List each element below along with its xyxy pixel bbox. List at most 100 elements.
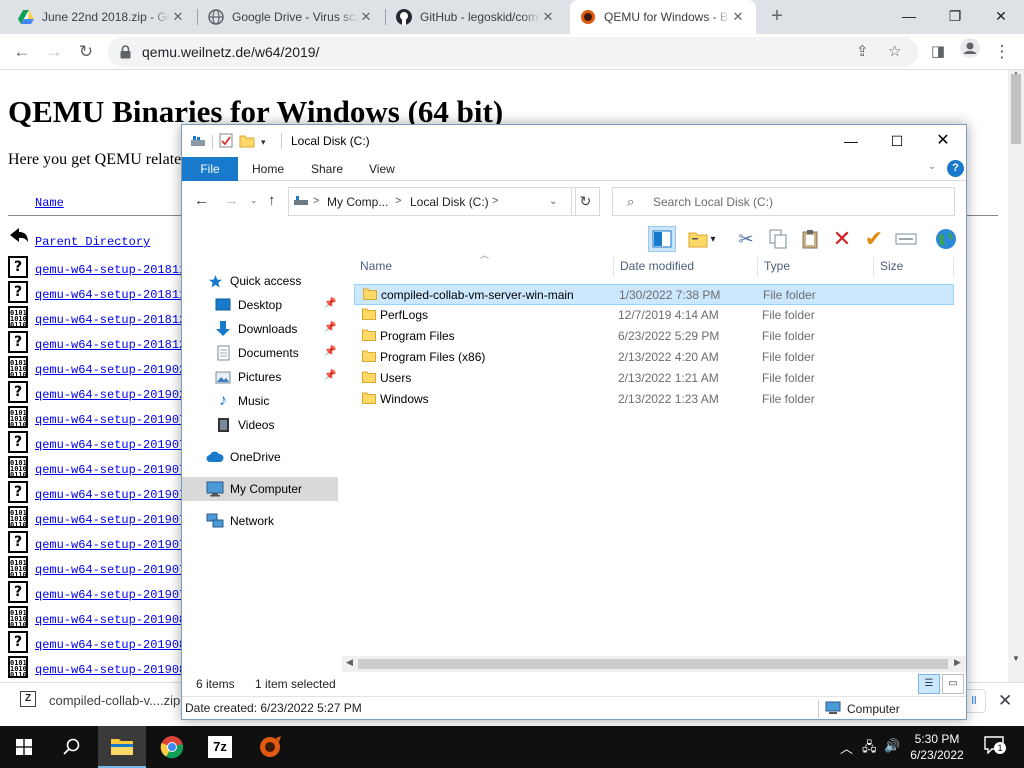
large-icons-view-icon[interactable]: ▭ [942,674,964,694]
close-window-icon[interactable]: ✕ [978,0,1024,34]
file-link[interactable]: qemu-w64-setup-201907 [35,488,186,502]
url-text[interactable]: qemu.weilnetz.de/w64/2019/ [142,44,319,60]
back-icon[interactable]: ← [8,38,36,66]
nav-music[interactable]: ♪ Music [182,389,338,413]
pin-icon[interactable]: 📌 [324,298,336,309]
folder-row[interactable]: Users 2/13/2022 1:21 AM File folder [354,368,954,389]
folder-name[interactable]: PerfLogs [380,308,428,322]
scroll-down-icon[interactable]: ▼ [1012,654,1020,663]
breadcrumb-local-disk[interactable]: Local Disk (C:) [410,195,489,209]
file-link[interactable]: qemu-w64-setup-201907 [35,413,186,427]
chrome-taskbar-icon[interactable] [148,726,196,768]
copy-icon[interactable] [764,226,792,252]
folder-row[interactable]: Windows 2/13/2022 1:23 AM File folder [354,389,954,410]
up-folder-icon[interactable]: ↑ [268,192,276,209]
tab-view[interactable]: View [355,157,409,181]
drive-icon[interactable] [190,134,206,151]
file-link[interactable]: qemu-w64-setup-201812 [35,338,186,352]
download-item[interactable]: compiled-collab-v....zip [49,693,180,708]
column-header-name[interactable]: Name [354,257,614,277]
browser-tab-qemu[interactable]: QEMU for Windows - Binaries ✕ [570,0,756,34]
file-link[interactable]: qemu-w64-setup-201907 [35,563,186,577]
lock-icon[interactable] [120,45,131,62]
tab-file[interactable]: File [182,157,238,181]
search-placeholder[interactable]: Search Local Disk (C:) [653,195,773,209]
tab-share[interactable]: Share [297,157,357,181]
cut-icon[interactable]: ✂ [732,226,760,252]
file-link[interactable]: qemu-w64-setup-201811 [35,288,186,302]
horizontal-scroll-thumb[interactable] [358,659,948,669]
file-link[interactable]: qemu-w64-setup-201908 [35,663,186,677]
show-hidden-icons-icon[interactable]: ︿ [840,738,853,757]
folder-row[interactable]: PerfLogs 12/7/2019 4:14 AM File folder [354,305,954,326]
paste-icon[interactable] [796,226,824,252]
nav-desktop[interactable]: Desktop 📌 [182,293,338,317]
side-panel-icon[interactable]: ◨ [924,38,952,66]
new-folder-icon[interactable] [239,134,255,151]
address-bar[interactable]: qemu.weilnetz.de/w64/2019/ ⇪ ☆ [108,37,918,67]
name-column-link[interactable]: Name [35,196,64,210]
browser-tab-google-drive-zip[interactable]: June 22nd 2018.zip - Google Drive ✕ [8,0,196,34]
pin-icon[interactable]: 📌 [324,346,336,357]
preview-pane-icon[interactable] [648,226,676,252]
file-link[interactable]: qemu-w64-setup-201902 [35,388,186,402]
folder-row[interactable]: Program Files 6/23/2022 5:29 PM File folde… [354,326,954,347]
breadcrumb-my-computer[interactable]: My Comp... [327,195,388,209]
nav-network[interactable]: Network [182,509,338,533]
folder-row[interactable]: Program Files (x86) 2/13/2022 4:20 AM File… [354,347,954,368]
breadcrumb-separator-icon[interactable]: > [395,195,401,207]
explorer-minimize-icon[interactable]: — [828,125,874,157]
file-link[interactable]: qemu-w64-setup-201907 [35,588,186,602]
page-scrollbar[interactable]: ▲ ▼ [1008,69,1024,682]
globe-icon[interactable] [932,226,960,252]
rename-check-icon[interactable]: ✔ [860,226,888,252]
nav-pictures[interactable]: Pictures 📌 [182,365,338,389]
windows-start-icon[interactable] [0,726,48,768]
file-link[interactable]: qemu-w64-setup-201907 [35,513,186,527]
file-link[interactable]: qemu-w64-setup-201907 [35,438,186,452]
customize-qat-icon[interactable]: ▾ [261,137,266,148]
7zip-taskbar-icon[interactable]: 7z [196,726,244,768]
folder-row[interactable]: compiled-collab-vm-server-win-main 1/30/2… [354,284,954,305]
nav-my-computer[interactable]: My Computer [182,477,338,501]
explorer-search-box[interactable]: ⌕ Search Local Disk (C:) [612,187,955,216]
close-download-bar-icon[interactable]: ✕ [998,691,1012,711]
parent-directory-link[interactable]: Parent Directory [35,235,150,249]
folder-name[interactable]: Windows [380,392,429,406]
close-tab-icon[interactable]: ✕ [170,9,186,25]
recent-locations-icon[interactable]: ⌄ [250,195,258,206]
breadcrumb-separator-icon[interactable]: > [492,195,498,207]
nav-downloads[interactable]: Downloads 📌 [182,317,338,341]
expand-ribbon-icon[interactable]: ⌄ [928,161,936,172]
tab-home[interactable]: Home [238,157,298,181]
explorer-maximize-icon[interactable]: ☐ [874,125,920,157]
new-item-dropdown-icon[interactable]: ▾ [706,226,720,252]
share-icon[interactable]: ⇪ [856,42,869,60]
column-header-type[interactable]: Type [758,257,874,277]
scrollbar-thumb[interactable] [1011,74,1021,144]
qemu-taskbar-icon[interactable] [246,726,294,768]
nav-videos[interactable]: Videos [182,413,338,437]
file-link[interactable]: qemu-w64-setup-201908 [35,638,186,652]
delete-icon[interactable]: ✕ [828,226,856,252]
folder-name[interactable]: Users [380,371,411,385]
pin-icon[interactable]: 📌 [324,322,336,333]
nav-quick-access[interactable]: Quick access [182,269,338,293]
folder-name[interactable]: Program Files [380,329,455,343]
scroll-left-icon[interactable]: ◀ [346,657,353,668]
forward-icon[interactable]: → [40,38,68,66]
reload-icon[interactable]: ↻ [72,38,100,66]
search-icon[interactable] [48,726,96,768]
file-link[interactable]: qemu-w64-setup-201907 [35,538,186,552]
browser-tab-virus-scan[interactable]: Google Drive - Virus scan warning ✕ [198,0,384,34]
restore-window-icon[interactable]: ❐ [932,0,978,34]
select-all-icon[interactable] [892,226,920,252]
profile-avatar-icon[interactable] [956,38,984,66]
column-header-size[interactable]: Size [874,257,954,277]
taskbar-clock[interactable]: 5:30 PM 6/23/2022 [897,731,977,763]
column-header-date-modified[interactable]: Date modified [614,257,758,277]
pin-icon[interactable]: 📌 [324,370,336,381]
browser-tab-github[interactable]: GitHub - legoskid/compiled-collab ✕ [386,0,566,34]
help-icon[interactable]: ? [947,160,964,177]
nav-onedrive[interactable]: OneDrive [182,445,338,469]
